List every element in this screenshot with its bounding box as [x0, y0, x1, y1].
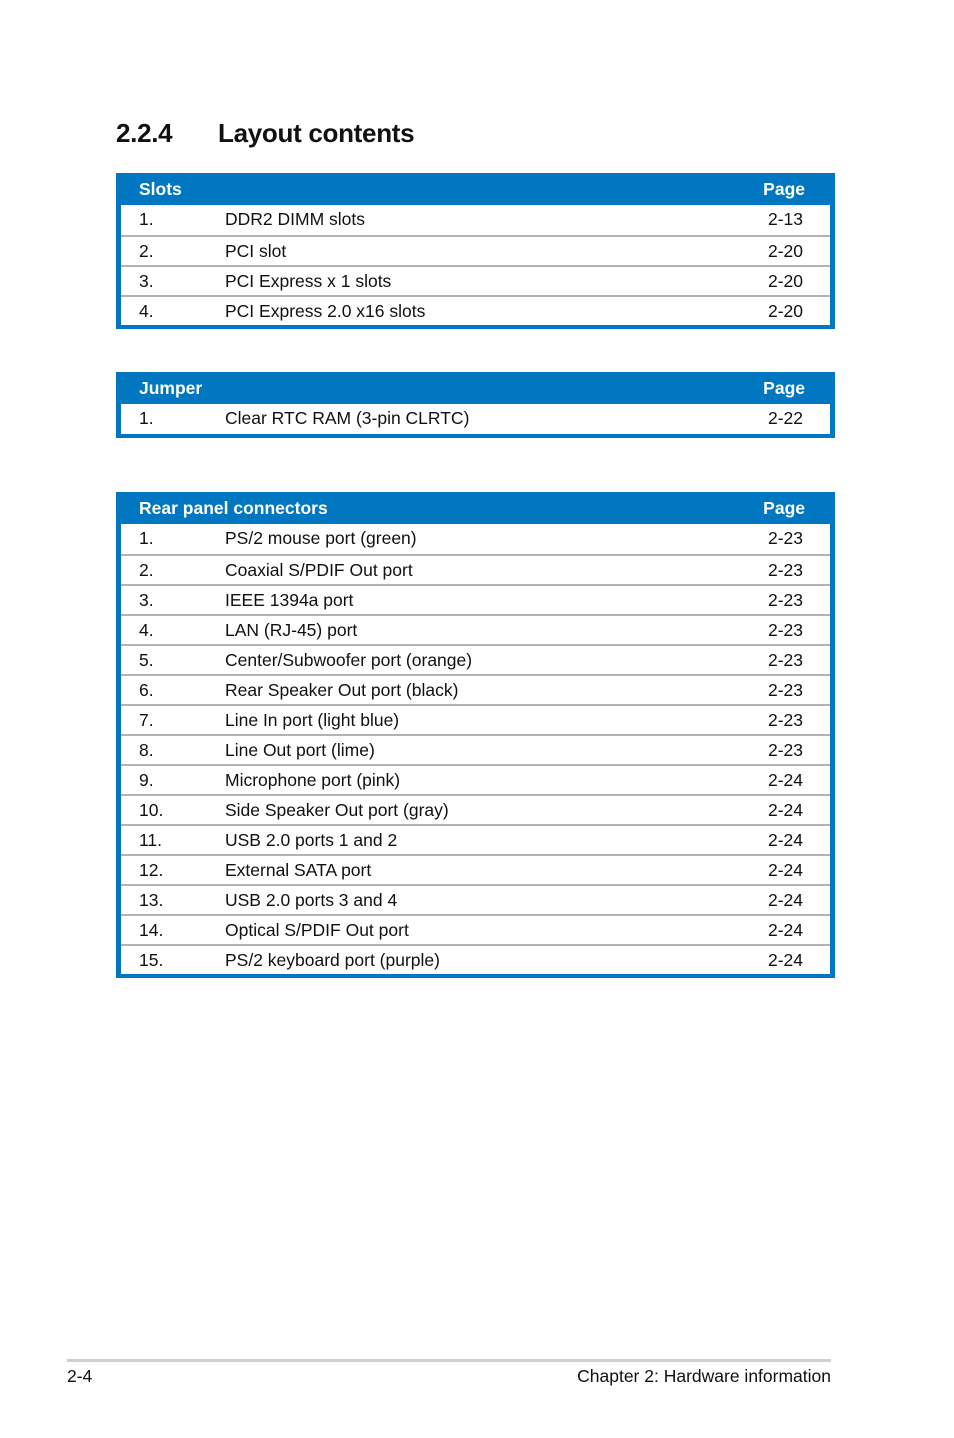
table-row: 1. DDR2 DIMM slots 2-13	[121, 205, 830, 235]
row-page: 2-24	[767, 890, 803, 910]
row-number: 2.	[139, 560, 154, 580]
row-page: 2-23	[767, 560, 803, 580]
slots-table: Slots Page 1. DDR2 DIMM slots 2-13 2. PCI sl…	[116, 173, 835, 329]
row-item: Optical S/PDIF Out port	[225, 920, 409, 940]
row-item: PS/2 mouse port (green)	[225, 528, 417, 548]
section-title: Layout contents	[218, 118, 415, 148]
row-page: 2-24	[767, 950, 803, 970]
row-item: Microphone port (pink)	[225, 770, 401, 790]
row-number: 6.	[139, 680, 154, 700]
row-number: 1.	[139, 209, 154, 229]
row-page: 2-23	[767, 590, 803, 610]
table-row: 2. PCI slot 2-20	[121, 235, 830, 265]
row-number: 7.	[139, 710, 154, 730]
table-row: 3. IEEE 1394a port 2-23	[121, 584, 830, 614]
row-item: PS/2 keyboard port (purple)	[225, 950, 440, 970]
row-number: 15.	[139, 950, 164, 970]
section-heading: 2.2.4 Layout contents	[116, 118, 415, 149]
row-page: 2-23	[767, 620, 803, 640]
table-header: Jumper Page	[116, 372, 835, 404]
row-item: Line Out port (lime)	[225, 740, 375, 760]
table-row: 12. External SATA port 2-24	[121, 854, 830, 884]
row-item: PCI Express 2.0 x16 slots	[225, 301, 426, 321]
row-number: 3.	[139, 590, 154, 610]
row-page: 2-23	[767, 740, 803, 760]
footer-divider	[67, 1359, 831, 1362]
row-page: 2-20	[767, 271, 803, 291]
row-number: 9.	[139, 770, 154, 790]
table-row: 6. Rear Speaker Out port (black) 2-23	[121, 674, 830, 704]
row-page: 2-22	[767, 408, 803, 428]
footer-page-number: 2-4	[67, 1366, 93, 1386]
row-number: 13.	[139, 890, 164, 910]
row-item: Center/Subwoofer port (orange)	[225, 650, 473, 670]
table-row: 9. Microphone port (pink) 2-24	[121, 764, 830, 794]
section-number: 2.2.4	[116, 118, 173, 148]
row-number: 10.	[139, 800, 164, 820]
row-page: 2-23	[767, 528, 803, 548]
table-row: 8. Line Out port (lime) 2-23	[121, 734, 830, 764]
table-row: 10. Side Speaker Out port (gray) 2-24	[121, 794, 830, 824]
row-page: 2-23	[767, 650, 803, 670]
row-page: 2-24	[767, 770, 803, 790]
row-number: 4.	[139, 301, 154, 321]
jumper-table: Jumper Page 1. Clear RTC RAM (3-pin CLRTC…	[116, 372, 835, 438]
table-row: 15. PS/2 keyboard port (purple) 2-24	[121, 944, 830, 974]
row-item: PCI Express x 1 slots	[225, 271, 392, 291]
row-item: USB 2.0 ports 3 and 4	[225, 890, 398, 910]
row-item: PCI slot	[225, 241, 287, 261]
table-title: Jumper	[139, 378, 203, 398]
row-item: External SATA port	[225, 860, 372, 880]
row-number: 2.	[139, 241, 154, 261]
rear-panel-connectors-table: Rear panel connectors Page 1. PS/2 mouse …	[116, 492, 835, 978]
table-row: 13. USB 2.0 ports 3 and 4 2-24	[121, 884, 830, 914]
row-item: LAN (RJ-45) port	[225, 620, 358, 640]
row-page: 2-24	[767, 920, 803, 940]
row-item: Clear RTC RAM (3-pin CLRTC)	[225, 408, 470, 428]
row-item: USB 2.0 ports 1 and 2	[225, 830, 398, 850]
row-page: 2-23	[767, 680, 803, 700]
row-number: 3.	[139, 271, 154, 291]
table-row: 7. Line In port (light blue) 2-23	[121, 704, 830, 734]
row-item: Side Speaker Out port (gray)	[225, 800, 449, 820]
page-column-header: Page	[763, 498, 805, 518]
table-row: 11. USB 2.0 ports 1 and 2 2-24	[121, 824, 830, 854]
row-number: 12.	[139, 860, 164, 880]
row-item: Rear Speaker Out port (black)	[225, 680, 459, 700]
table-row: 2. Coaxial S/PDIF Out port 2-23	[121, 554, 830, 584]
row-item: DDR2 DIMM slots	[225, 209, 366, 229]
table-row: 5. Center/Subwoofer port (orange) 2-23	[121, 644, 830, 674]
row-number: 1.	[139, 528, 154, 548]
table-row: 4. LAN (RJ-45) port 2-23	[121, 614, 830, 644]
row-number: 4.	[139, 620, 154, 640]
table-header: Rear panel connectors Page	[116, 492, 835, 524]
table-row: 1. PS/2 mouse port (green) 2-23	[121, 524, 830, 554]
table-title: Rear panel connectors	[139, 498, 328, 518]
table-header: Slots Page	[116, 173, 835, 205]
row-number: 11.	[139, 830, 163, 850]
footer-chapter-title: Chapter 2: Hardware information	[577, 1366, 831, 1386]
row-page: 2-13	[767, 209, 803, 229]
row-number: 1.	[139, 408, 154, 428]
row-page: 2-23	[767, 710, 803, 730]
table-title: Slots	[139, 179, 182, 199]
table-row: 1. Clear RTC RAM (3-pin CLRTC) 2-22	[121, 404, 830, 434]
row-page: 2-24	[767, 830, 803, 850]
row-item: IEEE 1394a port	[225, 590, 354, 610]
table-row: 3. PCI Express x 1 slots 2-20	[121, 265, 830, 295]
row-page: 2-20	[767, 301, 803, 321]
page-column-header: Page	[763, 378, 805, 398]
row-number: 8.	[139, 740, 154, 760]
row-item: Coaxial S/PDIF Out port	[225, 560, 413, 580]
page-column-header: Page	[763, 179, 805, 199]
table-row: 4. PCI Express 2.0 x16 slots 2-20	[121, 295, 830, 325]
row-number: 5.	[139, 650, 154, 670]
row-item: Line In port (light blue)	[225, 710, 400, 730]
row-page: 2-20	[767, 241, 803, 261]
row-page: 2-24	[767, 860, 803, 880]
row-page: 2-24	[767, 800, 803, 820]
row-number: 14.	[139, 920, 164, 940]
table-row: 14. Optical S/PDIF Out port 2-24	[121, 914, 830, 944]
